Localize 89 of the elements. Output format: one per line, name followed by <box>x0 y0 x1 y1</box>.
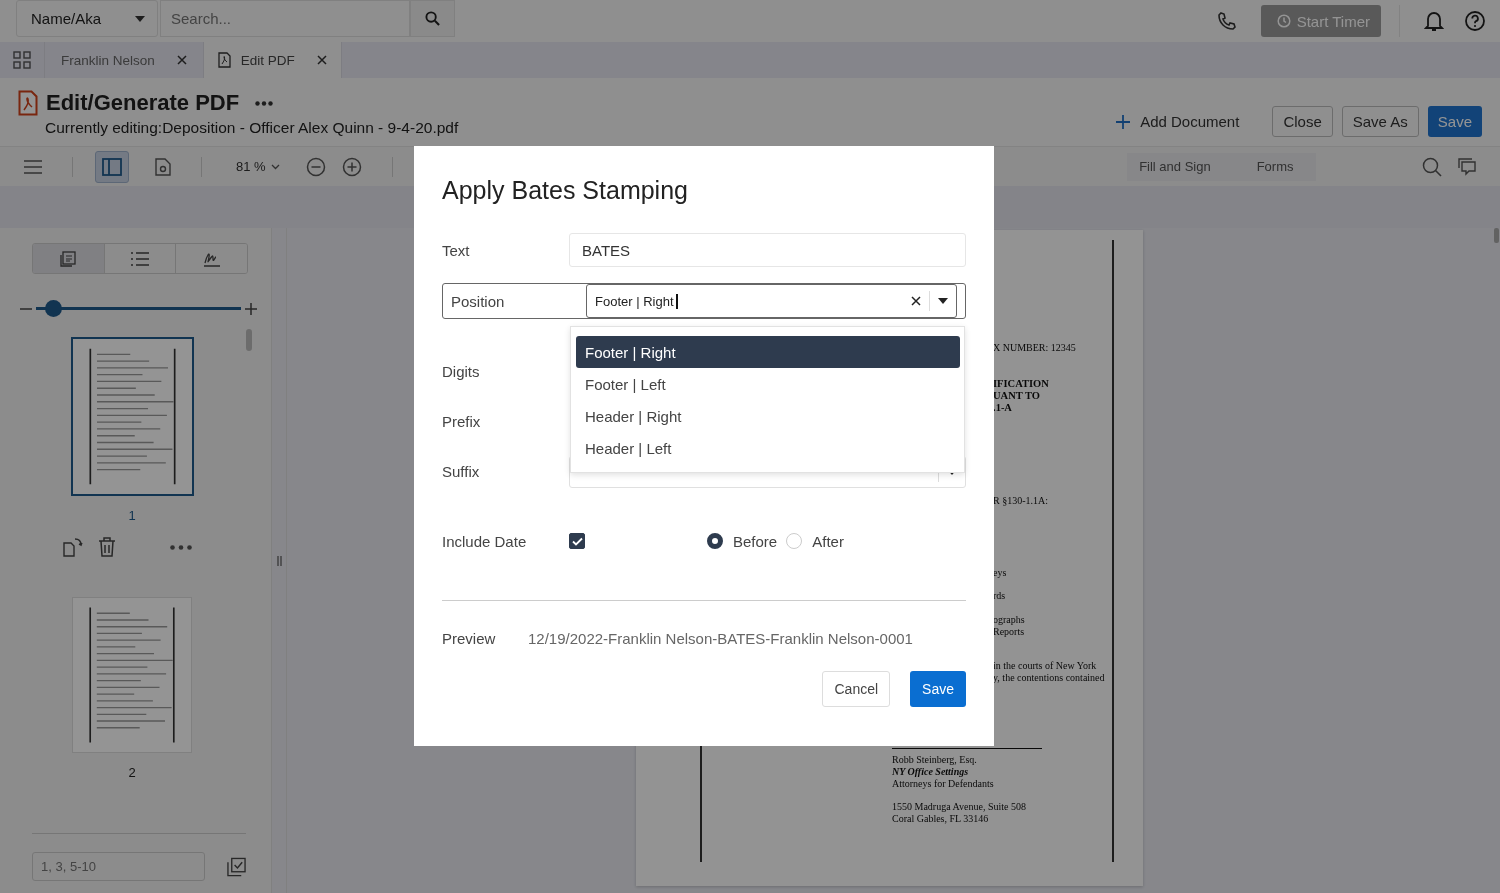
zoom-in-icon[interactable] <box>341 156 362 177</box>
include-date-checkbox[interactable] <box>569 533 585 549</box>
search-button[interactable] <box>410 0 455 37</box>
page-range-field[interactable]: 1, 3, 5-10 <box>32 852 205 881</box>
document-text: .1-A <box>993 402 1012 414</box>
field-label: Position <box>451 292 506 310</box>
field-label: Prefix <box>442 412 482 430</box>
plus-icon[interactable] <box>245 302 257 315</box>
search-icon[interactable] <box>1422 156 1442 177</box>
page-title: Edit/Generate PDF <box>46 90 240 116</box>
clear-icon[interactable] <box>911 296 921 306</box>
field-label: Preview <box>442 630 497 647</box>
mode-tab[interactable]: Forms <box>1256 159 1294 174</box>
resize-handle-icon[interactable] <box>276 555 282 566</box>
bell-icon[interactable] <box>1424 10 1444 32</box>
field-label: Suffix <box>442 462 481 480</box>
panel-tab[interactable] <box>33 244 105 273</box>
dialog-title: Apply Bates Stamping <box>442 176 689 205</box>
header-button[interactable]: Save <box>1427 106 1482 137</box>
document-text: UANT TO <box>993 390 1040 402</box>
document-text: NY Office Settings <box>892 766 969 778</box>
document-text: Robb Steinberg, Esq. <box>892 754 977 766</box>
add-document-button[interactable]: Add Document <box>1106 106 1250 137</box>
chevron-down-icon <box>270 163 280 170</box>
slider-thumb[interactable] <box>45 300 63 317</box>
zoom-out-icon[interactable] <box>305 156 326 177</box>
close-icon[interactable] <box>316 55 327 65</box>
clock-icon <box>1276 14 1291 28</box>
tab[interactable]: Edit PDF <box>203 42 342 78</box>
scrollbar-thumb[interactable] <box>1494 228 1499 243</box>
dropdown-option[interactable]: Footer | Right <box>576 336 960 368</box>
trash-icon[interactable] <box>98 537 116 557</box>
dropdown-option[interactable]: Header | Right <box>576 400 960 432</box>
page-number: 2 <box>128 765 136 780</box>
document-text: R §130-1.1A: <box>993 495 1048 507</box>
select-pages-icon[interactable] <box>227 856 246 877</box>
document-text: Coral Gables, FL 33146 <box>892 813 989 825</box>
comments-icon[interactable] <box>1458 157 1478 176</box>
search-icon <box>425 11 440 26</box>
field-label: Digits <box>442 362 481 380</box>
field-label: Include Date <box>442 532 528 550</box>
dropdown-option[interactable]: Footer | Left <box>576 368 960 400</box>
radio-label[interactable]: Before <box>733 532 778 550</box>
plus-icon <box>1116 114 1131 129</box>
phone-icon[interactable] <box>1216 11 1237 31</box>
zoom-select[interactable]: 81 % <box>236 159 280 174</box>
pdf-file-icon <box>18 90 38 116</box>
page-settings-icon[interactable] <box>155 157 171 176</box>
mode-tab[interactable]: Fill and Sign <box>1139 159 1211 174</box>
cancel-button[interactable]: Cancel <box>822 671 891 707</box>
document-text: rds <box>993 590 1006 602</box>
page-thumbnail[interactable] <box>70 337 194 496</box>
dropdown-option[interactable]: Header | Left <box>576 432 960 464</box>
document-text: X NUMBER: 12345 <box>993 342 1076 354</box>
radio-button[interactable] <box>707 533 723 549</box>
more-icon[interactable] <box>255 100 274 106</box>
preview-text: 12/19/2022-Franklin Nelson-BATES-Franklin Nelson-0001 <box>528 630 913 647</box>
current-file-label: Currently editing:Deposition - Officer Alex Quinn - 9-4-20.pdf <box>45 119 459 137</box>
scrollbar-thumb[interactable] <box>246 329 252 351</box>
search-field[interactable]: Search... <box>160 0 410 37</box>
position-combobox[interactable]: Footer | Right <box>586 284 957 318</box>
rotate-page-icon[interactable] <box>62 537 84 557</box>
text-field[interactable]: BATES <box>569 233 966 267</box>
close-icon[interactable] <box>176 55 187 65</box>
thumbnails-icon <box>60 250 77 267</box>
document-text: Reports <box>993 626 1025 638</box>
search-scope-select[interactable]: Name/Aka <box>16 0 158 37</box>
document-text: Attorneys for Defendants <box>892 778 994 790</box>
radio-label[interactable]: After <box>812 532 844 550</box>
field-label: Text <box>442 241 471 259</box>
document-text: IFICATION <box>993 378 1049 390</box>
sidebar-icon <box>102 157 122 176</box>
grid-icon[interactable] <box>13 51 31 69</box>
document-text: in the courts of New York <box>993 660 1097 672</box>
caret-icon <box>135 15 145 22</box>
header-button[interactable]: Save As <box>1341 106 1419 137</box>
sidebar-toggle-button[interactable] <box>95 150 129 183</box>
page-number: 1 <box>128 508 136 523</box>
header-button[interactable]: Close <box>1272 106 1333 137</box>
help-icon[interactable] <box>1464 10 1486 32</box>
list-icon <box>131 251 149 266</box>
pdf-file-icon <box>217 52 231 68</box>
caret-icon[interactable] <box>938 298 948 304</box>
more-icon[interactable] <box>170 544 192 550</box>
document-text: ographs <box>993 614 1025 626</box>
minus-icon[interactable] <box>20 307 32 310</box>
menu-icon[interactable] <box>24 159 42 174</box>
save-button[interactable]: Save <box>910 671 966 707</box>
document-text: 1550 Madruga Avenue, Suite 508 <box>892 801 1026 813</box>
